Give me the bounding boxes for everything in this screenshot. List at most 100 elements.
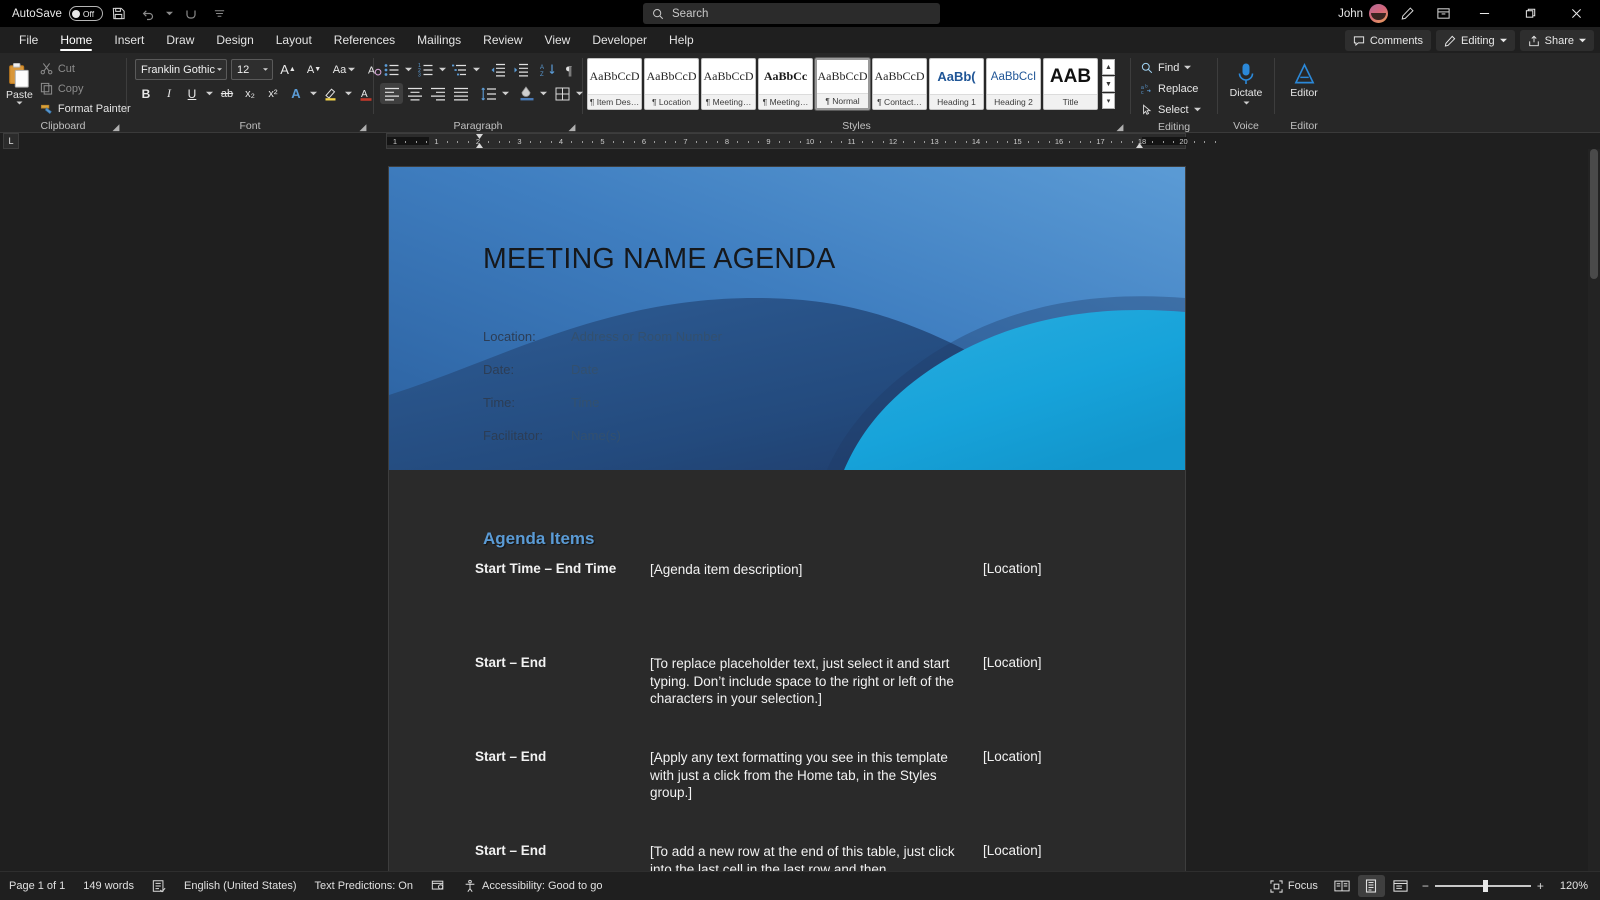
style-card-2[interactable]: AaBbCcD ¶ Meeting… xyxy=(701,58,756,110)
tab-file[interactable]: File xyxy=(8,27,49,53)
agenda-time[interactable]: Start – End xyxy=(475,749,655,764)
agenda-time[interactable]: Start – End xyxy=(475,655,655,670)
copy-button[interactable]: Copy xyxy=(35,79,136,98)
accessibility-indicator[interactable]: Accessibility: Good to go xyxy=(454,875,611,897)
page-indicator[interactable]: Page 1 of 1 xyxy=(0,875,74,897)
language-indicator[interactable]: English (United States) xyxy=(175,875,306,897)
style-card-0[interactable]: AaBbCcD ¶ Item Des… xyxy=(587,58,642,110)
align-left-icon[interactable] xyxy=(380,83,403,104)
customize-quick-access-icon[interactable] xyxy=(207,2,233,26)
horizontal-ruler[interactable]: 1 1 2 3 4 5 6 7 8 9 10 11 12 13 14 15 16 17 18 20 xyxy=(386,133,1216,149)
document-page[interactable]: MEETING NAME AGENDA Location: Address or … xyxy=(389,167,1185,871)
font-dialog-launcher[interactable]: ◢ xyxy=(357,121,369,133)
search-input[interactable]: Search xyxy=(643,3,940,24)
shading-dropdown-caret[interactable] xyxy=(538,83,549,104)
bold-button[interactable]: B xyxy=(135,83,157,104)
agenda-time[interactable]: Start Time – End Time xyxy=(475,561,655,576)
dictate-button[interactable]: Dictate xyxy=(1223,59,1269,106)
agenda-description[interactable]: [Apply any text formatting you see in th… xyxy=(650,749,970,802)
gallery-scroll-up-icon[interactable]: ▲ xyxy=(1102,59,1115,75)
agenda-time[interactable]: Start – End xyxy=(475,843,655,858)
cut-button[interactable]: Cut xyxy=(35,59,136,78)
agenda-location[interactable]: [Location] xyxy=(983,843,1042,858)
underline-dropdown-caret[interactable] xyxy=(204,83,215,104)
agenda-location[interactable]: [Location] xyxy=(983,749,1042,764)
strikethrough-button[interactable]: ab xyxy=(216,83,238,104)
justify-icon[interactable] xyxy=(449,83,472,104)
ribbon-display-options-icon[interactable] xyxy=(1426,2,1460,26)
zoom-out-button[interactable]: − xyxy=(1422,879,1429,893)
style-card-7[interactable]: AaBbCcI Heading 2 xyxy=(986,58,1041,110)
font-size-combobox[interactable]: 12 xyxy=(231,59,273,80)
agenda-location[interactable]: [Location] xyxy=(983,561,1042,576)
zoom-slider[interactable]: − + xyxy=(1416,879,1550,893)
numbering-icon[interactable]: 123 xyxy=(414,59,437,80)
agenda-location[interactable]: [Location] xyxy=(983,655,1042,670)
tab-review[interactable]: Review xyxy=(472,27,533,53)
tab-layout[interactable]: Layout xyxy=(265,27,323,53)
editor-button[interactable]: Editor xyxy=(1281,59,1327,99)
meta-value[interactable]: Date xyxy=(571,362,598,377)
web-layout-icon[interactable] xyxy=(1387,875,1414,897)
shading-icon[interactable] xyxy=(515,83,538,104)
select-button[interactable]: Select xyxy=(1135,99,1207,120)
proofing-icon[interactable] xyxy=(143,875,175,897)
page-title[interactable]: MEETING NAME AGENDA xyxy=(483,243,836,276)
paste-button[interactable]: Paste xyxy=(6,60,33,106)
style-card-3[interactable]: AaBbCc ¶ Meeting… xyxy=(758,58,813,110)
print-layout-icon[interactable] xyxy=(1357,875,1385,897)
subscript-button[interactable]: x₂ xyxy=(239,83,261,104)
editing-mode-button[interactable]: Editing xyxy=(1436,30,1515,51)
tab-stop-selector[interactable]: L xyxy=(3,133,19,149)
tab-help[interactable]: Help xyxy=(658,27,705,53)
replace-button[interactable]: a b c Replace xyxy=(1135,78,1204,99)
comments-button[interactable]: Comments xyxy=(1344,30,1431,51)
underline-button[interactable]: U xyxy=(181,83,203,104)
document-canvas[interactable]: MEETING NAME AGENDA Location: Address or … xyxy=(0,149,1600,871)
styles-dialog-launcher[interactable]: ◢ xyxy=(1114,121,1126,133)
agenda-description[interactable]: [To replace placeholder text, just selec… xyxy=(650,655,970,708)
tab-draw[interactable]: Draw xyxy=(155,27,205,53)
borders-icon[interactable] xyxy=(551,83,574,104)
style-card-4[interactable]: AaBbCcD ¶ Normal xyxy=(815,58,870,110)
shrink-font-button[interactable]: A ▼ xyxy=(303,59,325,80)
tab-design[interactable]: Design xyxy=(205,27,264,53)
tab-home[interactable]: Home xyxy=(49,27,103,53)
grow-font-button[interactable]: A ▲ xyxy=(277,59,299,80)
restore-icon[interactable] xyxy=(1508,0,1552,27)
bullets-icon[interactable] xyxy=(380,59,403,80)
zoom-in-button[interactable]: + xyxy=(1537,879,1544,893)
style-card-1[interactable]: AaBbCcD ¶ Location xyxy=(644,58,699,110)
zoom-track[interactable] xyxy=(1434,880,1531,892)
line-spacing-icon[interactable] xyxy=(477,83,500,104)
numbering-dropdown-caret[interactable] xyxy=(437,59,448,80)
focus-button[interactable]: Focus xyxy=(1261,875,1327,897)
gallery-scroll-down-icon[interactable]: ▼ xyxy=(1102,76,1115,92)
avatar[interactable] xyxy=(1369,4,1388,23)
agenda-description[interactable]: [To add a new row at the end of this tab… xyxy=(650,843,970,871)
superscript-button[interactable]: x² xyxy=(262,83,284,104)
display-settings-icon[interactable] xyxy=(422,875,454,897)
increase-indent-icon[interactable] xyxy=(509,59,532,80)
clipboard-dialog-launcher[interactable]: ◢ xyxy=(110,121,122,133)
decrease-indent-icon[interactable] xyxy=(486,59,509,80)
show-formatting-marks-icon[interactable]: ¶ xyxy=(559,59,582,80)
undo-icon[interactable] xyxy=(135,2,161,26)
redo-icon[interactable] xyxy=(178,2,204,26)
undo-dropdown-caret[interactable] xyxy=(164,2,175,26)
text-predictions-indicator[interactable]: Text Predictions: On xyxy=(306,875,422,897)
change-case-button[interactable]: Aa xyxy=(329,59,359,80)
section-heading-agenda-items[interactable]: Agenda Items xyxy=(483,529,594,549)
autosave-switch[interactable]: Off xyxy=(68,6,103,21)
close-icon[interactable] xyxy=(1554,0,1598,27)
autosave-toggle[interactable]: AutoSave Off xyxy=(12,6,103,21)
tab-view[interactable]: View xyxy=(534,27,582,53)
style-card-8[interactable]: AAB Title xyxy=(1043,58,1098,110)
text-effects-button[interactable]: A xyxy=(285,83,307,104)
zoom-thumb[interactable] xyxy=(1482,880,1488,892)
sort-icon[interactable]: AZ xyxy=(536,59,559,80)
style-card-5[interactable]: AaBbCcD ¶ Contact… xyxy=(872,58,927,110)
pen-icon[interactable] xyxy=(1390,2,1424,26)
gallery-more-icon[interactable]: ▾ xyxy=(1102,93,1115,109)
font-name-combobox[interactable]: Franklin Gothic B… xyxy=(135,59,227,80)
